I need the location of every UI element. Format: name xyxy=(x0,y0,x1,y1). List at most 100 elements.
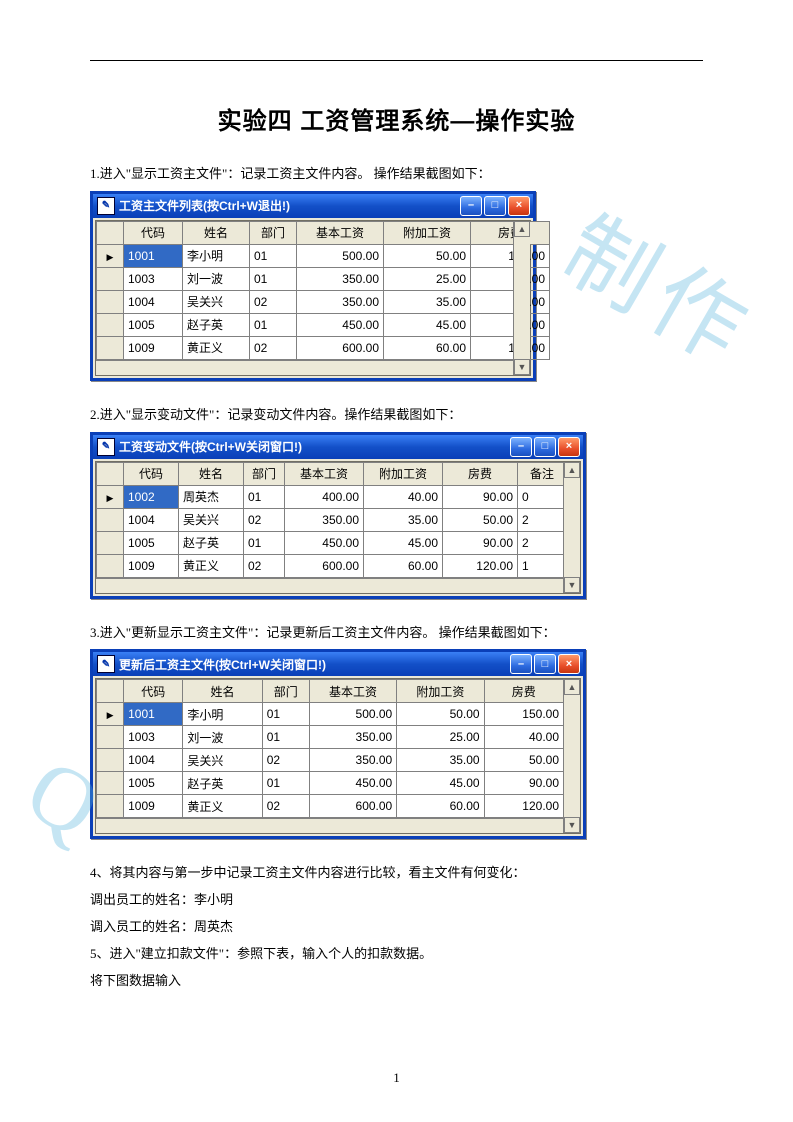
titlebar-2[interactable]: ✎ 工资变动文件(按Ctrl+W关闭窗口!) – □ × xyxy=(93,435,583,459)
cell[interactable]: 吴关兴 xyxy=(179,508,244,531)
cell[interactable]: 1009 xyxy=(124,336,183,359)
salary-table-1[interactable]: 代码姓名部门基本工资附加工资房费1001李小明01500.0050.00150.… xyxy=(96,221,550,360)
cell[interactable]: 李小明 xyxy=(183,244,250,267)
cell[interactable]: 45.00 xyxy=(364,531,443,554)
column-header[interactable]: 基本工资 xyxy=(297,221,384,244)
table-row[interactable]: 1009黄正义02600.0060.00120.00 xyxy=(97,336,550,359)
cell[interactable]: 120.00 xyxy=(484,795,563,818)
cell[interactable]: 350.00 xyxy=(309,749,396,772)
column-header[interactable]: 姓名 xyxy=(183,680,262,703)
column-header[interactable]: 基本工资 xyxy=(285,462,364,485)
cell[interactable]: 400.00 xyxy=(285,485,364,508)
cell[interactable]: 350.00 xyxy=(297,267,384,290)
cell[interactable]: 450.00 xyxy=(297,313,384,336)
scroll-up-icon[interactable]: ▲ xyxy=(514,221,530,237)
table-row[interactable]: 1001李小明01500.0050.00150.00 xyxy=(97,244,550,267)
cell[interactable]: 35.00 xyxy=(397,749,484,772)
cell[interactable]: 500.00 xyxy=(309,703,396,726)
column-header[interactable]: 代码 xyxy=(124,221,183,244)
salary-table-3[interactable]: 代码姓名部门基本工资附加工资房费1001李小明01500.0050.00150.… xyxy=(96,679,564,818)
cell[interactable]: 黄正义 xyxy=(183,336,250,359)
column-header[interactable]: 姓名 xyxy=(183,221,250,244)
cell[interactable]: 1004 xyxy=(124,749,183,772)
row-marker[interactable] xyxy=(97,772,124,795)
table-row[interactable]: 1004吴关兴02350.0035.0050.002 xyxy=(97,508,567,531)
row-marker[interactable] xyxy=(97,531,124,554)
cell[interactable]: 350.00 xyxy=(297,290,384,313)
cell[interactable]: 0 xyxy=(518,485,567,508)
cell[interactable]: 120.00 xyxy=(443,554,518,577)
column-header[interactable]: 附加工资 xyxy=(397,680,484,703)
cell[interactable]: 2 xyxy=(518,531,567,554)
cell[interactable]: 1 xyxy=(518,554,567,577)
close-button[interactable]: × xyxy=(508,196,530,216)
scroll-down-icon[interactable]: ▼ xyxy=(514,359,530,375)
titlebar-3[interactable]: ✎ 更新后工资主文件(按Ctrl+W关闭窗口!) – □ × xyxy=(93,652,583,676)
cell[interactable]: 黄正义 xyxy=(179,554,244,577)
scroll-down-icon[interactable]: ▼ xyxy=(564,577,580,593)
close-button[interactable]: × xyxy=(558,654,580,674)
column-header[interactable]: 代码 xyxy=(124,462,179,485)
cell[interactable]: 01 xyxy=(262,726,309,749)
cell[interactable]: 150.00 xyxy=(484,703,563,726)
cell[interactable]: 90.00 xyxy=(484,772,563,795)
cell[interactable]: 35.00 xyxy=(384,290,471,313)
table-row[interactable]: 1003刘一波01350.0025.0040.00 xyxy=(97,726,564,749)
table-row[interactable]: 1004吴关兴02350.0035.0050.00 xyxy=(97,290,550,313)
cell[interactable]: 01 xyxy=(244,485,285,508)
table-row[interactable]: 1005赵子英01450.0045.0090.00 xyxy=(97,772,564,795)
table-row[interactable]: 1009黄正义02600.0060.00120.00 xyxy=(97,795,564,818)
cell[interactable]: 1004 xyxy=(124,290,183,313)
cell[interactable]: 赵子英 xyxy=(183,313,250,336)
cell[interactable]: 50.00 xyxy=(471,290,550,313)
cell[interactable]: 赵子英 xyxy=(179,531,244,554)
maximize-button[interactable]: □ xyxy=(484,196,506,216)
column-header[interactable]: 部门 xyxy=(262,680,309,703)
cell[interactable]: 600.00 xyxy=(309,795,396,818)
row-marker[interactable] xyxy=(97,267,124,290)
column-header[interactable]: 姓名 xyxy=(179,462,244,485)
row-marker[interactable] xyxy=(97,313,124,336)
cell[interactable]: 25.00 xyxy=(384,267,471,290)
cell[interactable]: 周英杰 xyxy=(179,485,244,508)
column-header[interactable]: 房费 xyxy=(484,680,563,703)
close-button[interactable]: × xyxy=(558,437,580,457)
cell[interactable]: 01 xyxy=(262,772,309,795)
column-header[interactable]: 房费 xyxy=(471,221,550,244)
cell[interactable]: 02 xyxy=(250,336,297,359)
table-row[interactable]: 1002周英杰01400.0040.0090.000 xyxy=(97,485,567,508)
column-header[interactable]: 代码 xyxy=(124,680,183,703)
maximize-button[interactable]: □ xyxy=(534,437,556,457)
row-marker[interactable] xyxy=(97,554,124,577)
row-marker[interactable] xyxy=(97,485,124,508)
cell[interactable]: 25.00 xyxy=(397,726,484,749)
cell[interactable]: 45.00 xyxy=(397,772,484,795)
cell[interactable]: 1001 xyxy=(124,244,183,267)
cell[interactable]: 1005 xyxy=(124,531,179,554)
cell[interactable]: 1005 xyxy=(124,313,183,336)
row-marker[interactable] xyxy=(97,244,124,267)
cell[interactable]: 02 xyxy=(262,749,309,772)
cell[interactable]: 1009 xyxy=(124,554,179,577)
cell[interactable]: 李小明 xyxy=(183,703,262,726)
cell[interactable]: 赵子英 xyxy=(183,772,262,795)
row-marker[interactable] xyxy=(97,290,124,313)
cell[interactable]: 02 xyxy=(250,290,297,313)
minimize-button[interactable]: – xyxy=(510,654,532,674)
cell[interactable]: 450.00 xyxy=(309,772,396,795)
cell[interactable]: 1005 xyxy=(124,772,183,795)
cell[interactable]: 60.00 xyxy=(384,336,471,359)
cell[interactable]: 350.00 xyxy=(309,726,396,749)
cell[interactable]: 02 xyxy=(262,795,309,818)
cell[interactable]: 1003 xyxy=(124,726,183,749)
row-marker[interactable] xyxy=(97,703,124,726)
cell[interactable]: 01 xyxy=(262,703,309,726)
cell[interactable]: 600.00 xyxy=(297,336,384,359)
column-header[interactable]: 附加工资 xyxy=(364,462,443,485)
scroll-up-icon[interactable]: ▲ xyxy=(564,462,580,478)
titlebar-1[interactable]: ✎ 工资主文件列表(按Ctrl+W退出!) – □ × xyxy=(93,194,533,218)
cell[interactable]: 1002 xyxy=(124,485,179,508)
cell[interactable]: 2 xyxy=(518,508,567,531)
row-marker[interactable] xyxy=(97,726,124,749)
minimize-button[interactable]: – xyxy=(510,437,532,457)
